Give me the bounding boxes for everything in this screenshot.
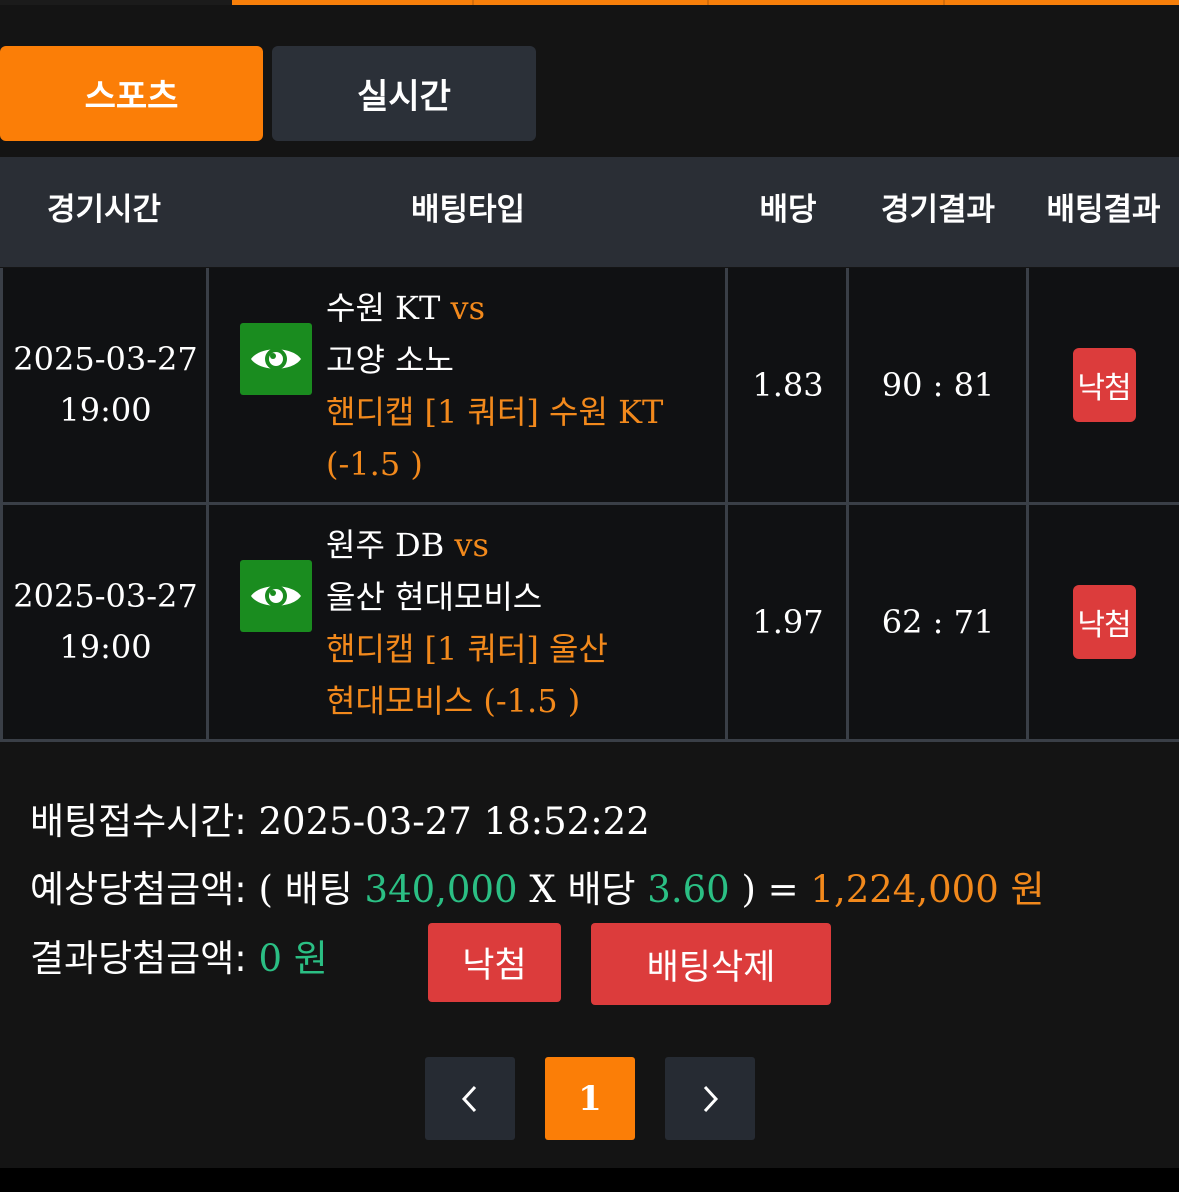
next-page-button[interactable] — [665, 1057, 755, 1140]
status-lose-button[interactable]: 낙첨 — [428, 923, 561, 1002]
bet-time-line: 배팅접수시간: 2025-03-27 18:52:22 — [30, 800, 650, 844]
handicap-line: 핸디캡 [1 쿼터] 울산 — [326, 630, 608, 668]
match-time: 2025-03-27 19:00 — [3, 268, 208, 502]
chevron-left-icon — [461, 1085, 477, 1112]
chevron-right-icon — [703, 1085, 719, 1112]
header-bet-type: 배팅타입 — [410, 192, 526, 228]
total-odds: 3.60 — [647, 868, 730, 911]
close-equals: ) = — [741, 868, 799, 911]
handicap-line: 핸디캡 [1 쿼터] 수원 KT — [326, 393, 664, 431]
eye-icon — [251, 585, 301, 607]
view-details-button[interactable] — [240, 323, 312, 395]
open-paren: ( — [258, 868, 273, 911]
match-clock: 19:00 — [59, 628, 152, 666]
result-payout-line: 결과당첨금액: 0 원 — [30, 937, 328, 981]
lose-badge: 낙첨 — [1072, 585, 1136, 659]
odds-word: 배당 — [567, 868, 636, 911]
away-team: 고양 소노 — [326, 341, 454, 379]
bet-result-cell: 낙첨 — [1029, 268, 1179, 502]
bet-result-cell: 낙첨 — [1029, 505, 1179, 739]
match-date: 2025-03-27 — [13, 340, 198, 378]
header-match-time: 경기시간 — [46, 192, 162, 228]
bet-time-value: 2025-03-27 18:52:22 — [258, 800, 650, 843]
multiply-sign: X — [529, 868, 556, 911]
expected-label: 예상당첨금액: — [30, 868, 247, 911]
match-score: 90 : 81 — [881, 366, 995, 404]
expected-amount: 1,224,000 원 — [810, 868, 1045, 911]
result-amount: 0 원 — [258, 937, 328, 980]
bet-time-label: 배팅접수시간: — [30, 800, 247, 843]
match-clock: 19:00 — [59, 391, 152, 429]
prev-page-button[interactable] — [425, 1057, 515, 1140]
current-page-button[interactable]: 1 — [545, 1057, 635, 1140]
expected-payout-line: 예상당첨금액: ( 배팅 340,000 X 배당 3.60 ) = 1,224… — [30, 868, 1045, 912]
odds-value: 1.97 — [752, 603, 824, 641]
handicap-value: 현대모비스 (-1.5 ) — [326, 682, 581, 720]
delete-bet-button[interactable]: 배팅삭제 — [591, 923, 831, 1005]
header-bet-result: 배팅결과 — [1046, 192, 1161, 228]
bottom-bar — [0, 1168, 1179, 1192]
table-header: 경기시간 배팅타입 배당 경기결과 배팅결과 — [0, 157, 1179, 267]
vs-label: vs — [454, 526, 489, 564]
tab-sports[interactable]: 스포츠 — [0, 46, 263, 141]
home-team: 수원 KT — [326, 289, 441, 327]
header-match-result: 경기결과 — [880, 192, 996, 228]
match-time: 2025-03-27 19:00 — [3, 505, 208, 739]
odds-value: 1.83 — [752, 366, 824, 404]
bet-type: 수원 KT vs 고양 소노 핸디캡 [1 쿼터] 수원 KT (-1.5 ) — [326, 282, 718, 490]
bet-word: 배팅 — [284, 868, 353, 911]
tab-live[interactable]: 실시간 — [272, 46, 536, 141]
bet-type: 원주 DB vs 울산 현대모비스 핸디캡 [1 쿼터] 울산 현대모비스 (-… — [326, 519, 718, 727]
home-team: 원주 DB — [326, 526, 445, 564]
vs-label: vs — [450, 289, 485, 327]
table-row: 2025-03-27 19:00 원주 DB vs 울산 현대모비스 핸디캡 [… — [0, 505, 1179, 739]
view-details-button[interactable] — [240, 560, 312, 632]
match-date: 2025-03-27 — [13, 577, 198, 615]
match-score: 62 : 71 — [881, 603, 995, 641]
away-team: 울산 현대모비스 — [326, 578, 543, 616]
header-odds: 배당 — [759, 192, 817, 228]
table-row: 2025-03-27 19:00 수원 KT vs 고양 소노 핸디캡 [1 쿼… — [0, 268, 1179, 502]
eye-icon — [251, 348, 301, 370]
top-nav-bar — [0, 0, 1179, 5]
lose-badge: 낙첨 — [1072, 348, 1136, 422]
bet-amount: 340,000 — [364, 868, 518, 911]
result-label: 결과당첨금액: — [30, 937, 247, 980]
handicap-value: (-1.5 ) — [326, 445, 423, 483]
